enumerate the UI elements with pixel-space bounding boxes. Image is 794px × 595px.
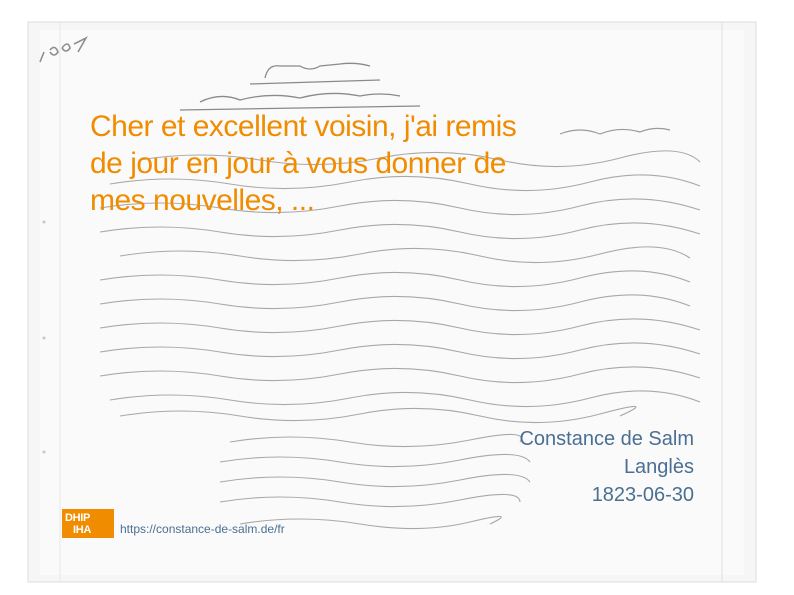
recipient-name: Langlès bbox=[623, 456, 694, 478]
dhip-iha-logo[interactable]: DHIP IHA bbox=[62, 509, 114, 538]
source-link[interactable]: https://constance-de-salm.de/fr bbox=[120, 522, 285, 536]
letter-metadata: Constance de Salm Langlès 1823-06-30 bbox=[519, 425, 694, 509]
letter-date: 1823-06-30 bbox=[591, 484, 694, 506]
logo-line-2: IHA bbox=[73, 523, 92, 536]
letter-quote: Cher et excellent voisin, j'ai remis de … bbox=[90, 110, 517, 217]
logo-line-1: DHIP bbox=[65, 511, 91, 524]
author-name: Constance de Salm bbox=[519, 428, 694, 450]
letter-card: Cher et excellent voisin, j'ai remis de … bbox=[0, 0, 794, 595]
